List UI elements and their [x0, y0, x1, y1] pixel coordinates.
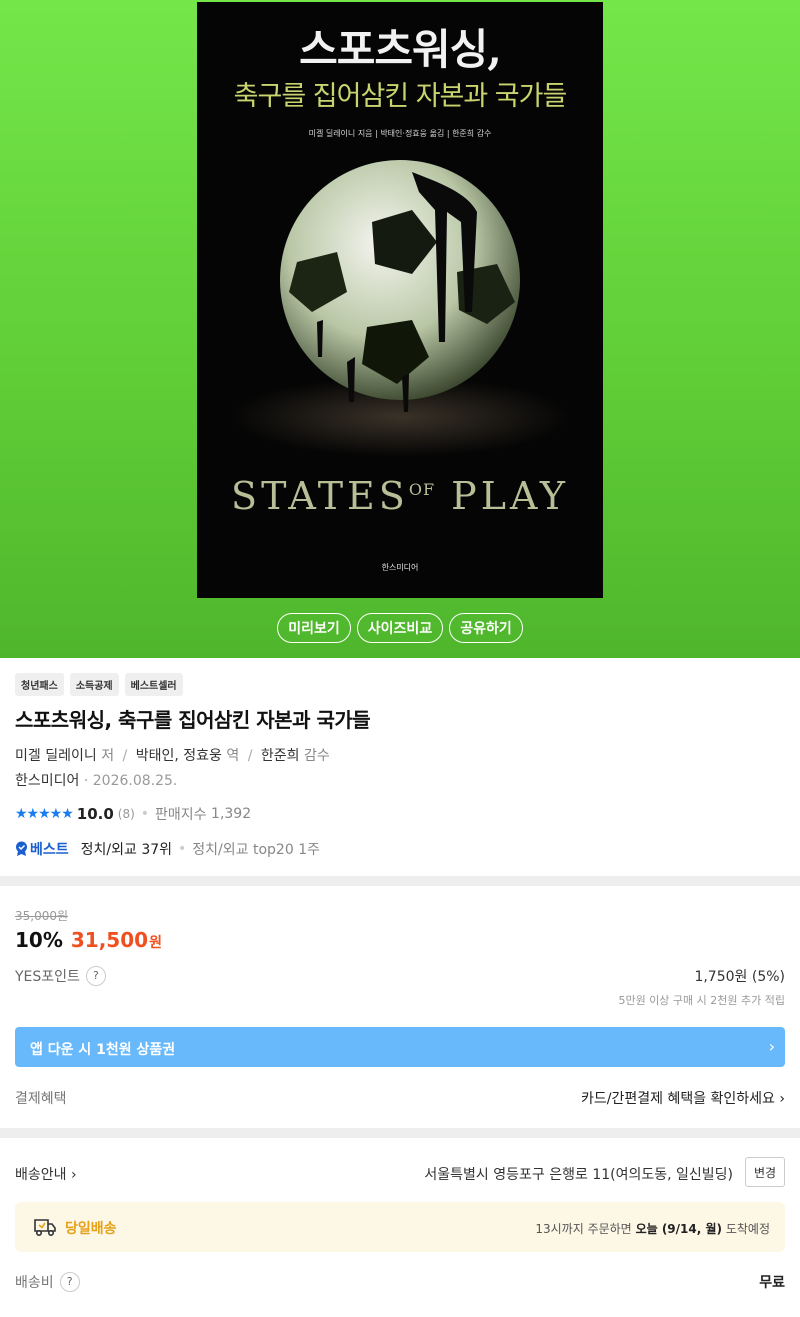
delivery-truck-icon — [34, 1219, 56, 1237]
point-note: 5만원 이상 구매 시 2천원 추가 적립 — [618, 994, 785, 1007]
cover-title: 스포츠워싱, — [299, 25, 502, 74]
cover-credits: 미겔 딜레이니 지음 | 박태인·정효웅 옮김 | 한준희 감수 — [308, 129, 492, 138]
tag-tax-deduction[interactable]: 소득공제 — [69, 673, 119, 696]
separator-dot: • — [140, 806, 150, 822]
sales-index-value: 1,392 — [211, 806, 252, 822]
top20-weeks: 정치/외교 top20 1주 — [192, 842, 320, 858]
share-button[interactable]: 공유하기 — [449, 613, 523, 643]
chevron-right-icon: › — [768, 1037, 775, 1056]
app-coupon-banner[interactable]: 앱 다운 시 1천원 상품권 › — [15, 1027, 785, 1067]
delivery-info-label: 배송안내 — [15, 1167, 67, 1183]
sale-price-row: 10% 31,500 원 — [15, 928, 162, 952]
publisher-link[interactable]: 한스미디어 — [15, 773, 79, 789]
tag-youth-pass[interactable]: 청년패스 — [15, 673, 64, 696]
hero-button-group: 미리보기 사이즈비교 공유하기 — [0, 613, 800, 643]
yes-point-label-row: YES포인트 ? — [15, 966, 106, 986]
cover-publisher: 한스미디어 — [381, 563, 419, 572]
bestseller-row: 베스트 정치/외교 37위 • 정치/외교 top20 1주 — [15, 839, 320, 859]
section-divider — [0, 1128, 800, 1138]
supervisor-role: 감수 — [303, 748, 330, 764]
product-info: 청년패스 소득공제 베스트셀러 스포츠워싱, 축구를 집어삼킨 자본과 국가들 … — [0, 658, 800, 876]
same-day-delivery-box: 당일배송 13시까지 주문하면 오늘 (9/14, 월) 도착예정 — [15, 1202, 785, 1252]
preview-button[interactable]: 미리보기 — [277, 613, 351, 643]
star-rating-icon: ★★★★★ — [15, 806, 74, 822]
original-price: 35,000원 — [15, 909, 69, 923]
rating-row: ★★★★★ 10.0 (8) • 판매지수 1,392 — [15, 804, 251, 824]
help-icon[interactable]: ? — [59, 1272, 80, 1292]
change-address-button[interactable]: 변경 — [745, 1157, 785, 1187]
translator-role: 역 — [226, 748, 240, 764]
best-badge-icon — [16, 841, 27, 856]
shipping-fee-value: 무료 — [759, 1275, 785, 1291]
best-badge-label: 베스트 — [30, 842, 69, 858]
size-compare-button[interactable]: 사이즈비교 — [356, 613, 444, 643]
section-divider — [0, 876, 800, 886]
same-day-delivery-label: 당일배송 — [65, 1221, 117, 1237]
price-unit: 원 — [149, 935, 162, 951]
book-cover[interactable]: 스포츠워싱, 축구를 집어삼킨 자본과 국가들 미겔 딜레이니 지음 | 박태인… — [197, 2, 603, 598]
review-count[interactable]: (8) — [118, 807, 135, 821]
same-day-delivery-info: 13시까지 주문하면 오늘 (9/14, 월) 도착예정 — [535, 1222, 770, 1236]
separator-dot: · — [83, 773, 93, 789]
shipping-fee-label-row: 배송비 ? — [15, 1272, 80, 1292]
category-rank[interactable]: 정치/외교 37위 — [81, 839, 172, 859]
product-title: 스포츠워싱, 축구를 집어삼킨 자본과 국가들 — [15, 708, 371, 732]
hero-section: 스포츠워싱, 축구를 집어삼킨 자본과 국가들 미겔 딜레이니 지음 | 박태인… — [0, 0, 800, 658]
chevron-right-icon: › — [779, 1091, 785, 1107]
author-line: 미겔 딜레이니 저 / 박태인, 정효웅 역 / 한준희 감수 — [15, 745, 330, 765]
author-role: 저 — [101, 748, 115, 764]
yes-point-value: 1,750원 (5%) — [694, 969, 785, 985]
separator: / — [247, 748, 253, 764]
publisher-line: 한스미디어 · 2026.08.25. — [15, 770, 177, 790]
price-section: 35,000원 10% 31,500 원 YES포인트 ? 1,750원 (5%… — [0, 886, 800, 1128]
shipping-fee-label: 배송비 — [15, 1275, 54, 1291]
payment-benefit-link[interactable]: 카드/간편결제 혜택을 확인하세요 › — [581, 1088, 785, 1108]
publish-date: 2026.08.25. — [92, 773, 178, 789]
supervisor-link[interactable]: 한준희 — [261, 748, 300, 764]
yes-point-label: YES포인트 — [15, 969, 80, 985]
payment-benefit-text: 카드/간편결제 혜택을 확인하세요 — [581, 1091, 775, 1107]
payment-benefit-label: 결제혜택 — [15, 1091, 67, 1107]
soccer-ball-illustration — [230, 160, 570, 457]
cover-english-title: STATESOF PLAY — [231, 474, 569, 518]
author-link[interactable]: 미겔 딜레이니 — [15, 748, 97, 764]
help-icon[interactable]: ? — [85, 966, 106, 986]
separator: / — [122, 748, 128, 764]
delivery-info-link[interactable]: 배송안내 › — [15, 1164, 77, 1184]
sale-price: 31,500 — [70, 928, 149, 952]
tag-bestseller[interactable]: 베스트셀러 — [124, 673, 183, 696]
delivery-section: 배송안내 › 서울특별시 영등포구 은행로 11(여의도동, 일신빌딩) 변경 … — [0, 1138, 800, 1317]
rating-score: 10.0 — [76, 805, 114, 823]
chevron-right-icon: › — [70, 1167, 77, 1183]
delivery-address: 서울특별시 영등포구 은행로 11(여의도동, 일신빌딩) — [424, 1167, 733, 1183]
sales-index-label: 판매지수 — [155, 807, 207, 823]
tag-list: 청년패스 소득공제 베스트셀러 — [15, 673, 183, 696]
separator-dot: • — [178, 841, 187, 857]
banner-label: 앱 다운 시 1천원 상품권 — [30, 1042, 176, 1058]
discount-rate: 10% — [15, 928, 63, 952]
cover-subtitle: 축구를 집어삼킨 자본과 국가들 — [233, 81, 568, 112]
translator-link[interactable]: 박태인, 정효웅 — [136, 748, 222, 764]
